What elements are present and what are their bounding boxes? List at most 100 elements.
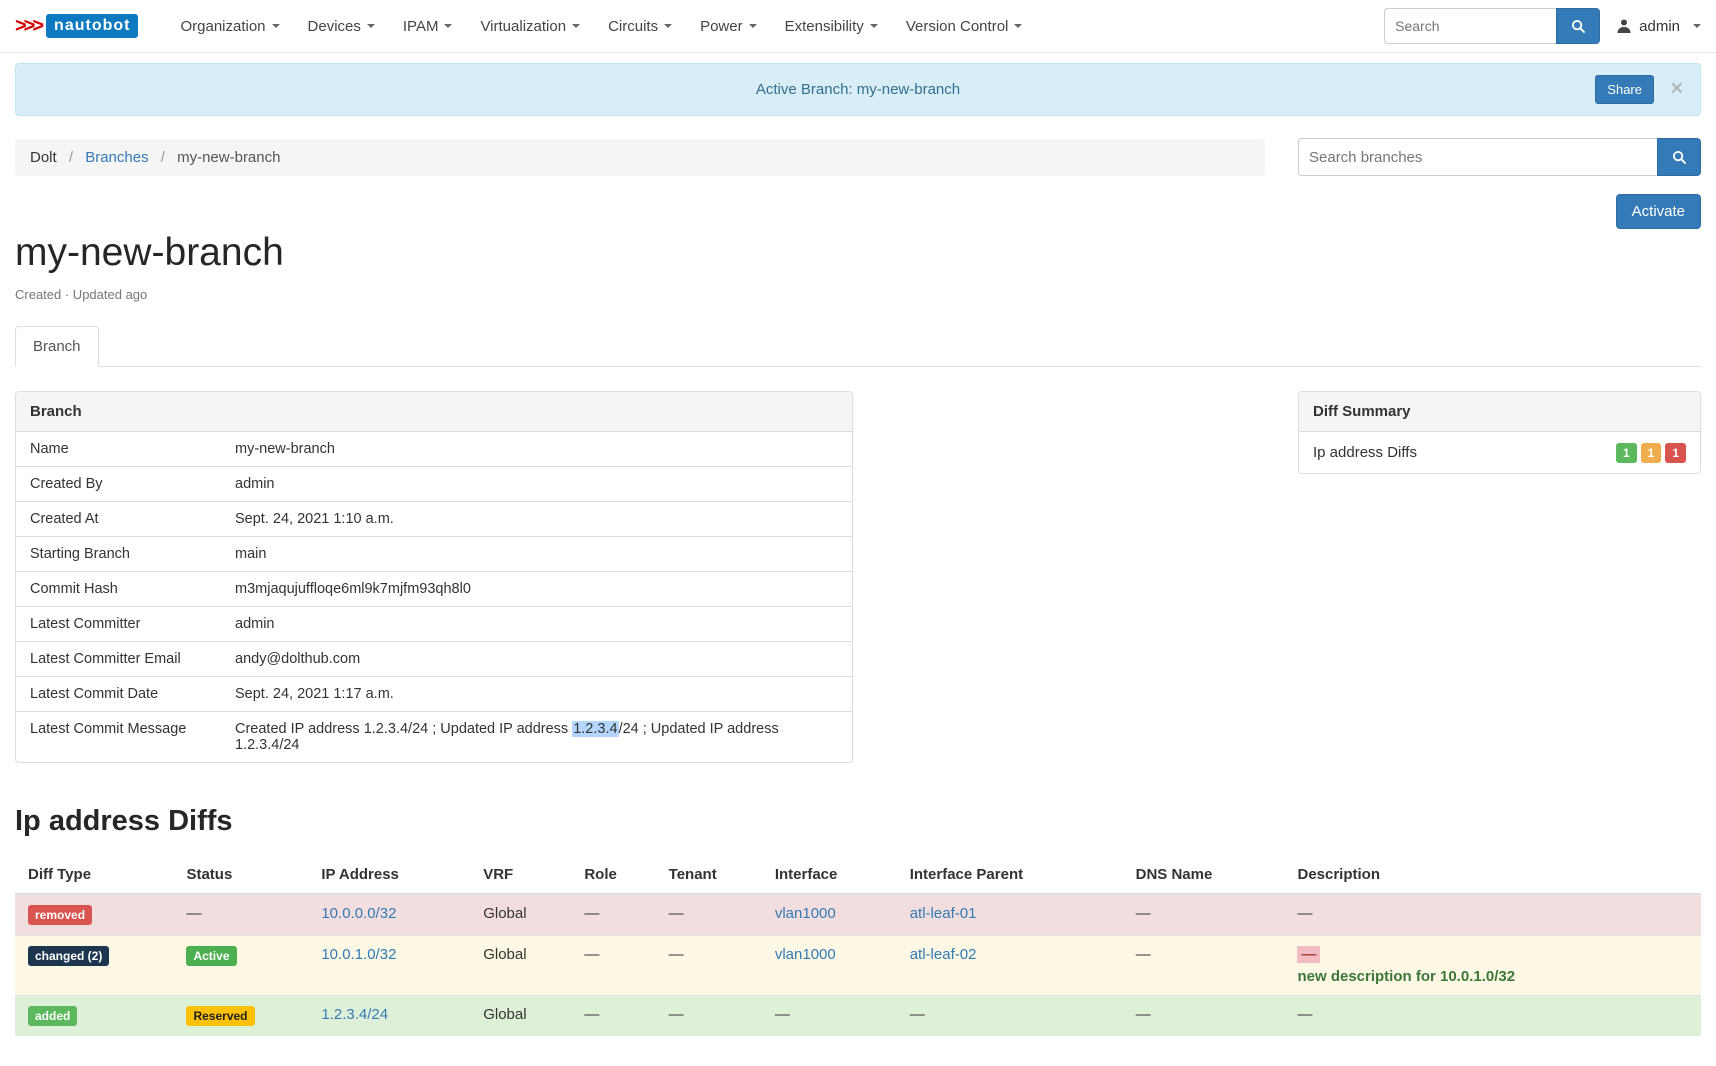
menu-version-control[interactable]: Version Control [892,0,1037,53]
activate-row: Activate [15,194,1701,229]
breadcrumb-branches-link[interactable]: Branches [85,149,148,166]
column-header-interface-parent: Interface Parent [897,856,1123,894]
attr-value: admin [221,467,852,502]
column-header-interface: Interface [762,856,897,894]
branch-search [1298,138,1701,176]
global-search [1384,8,1600,44]
page-title: my-new-branch [15,231,1701,275]
column-header-ip-address[interactable]: IP Address [308,856,470,894]
share-button[interactable]: Share [1595,75,1654,104]
cell-description: — new description for 10.0.1.0/32 [1284,936,1701,996]
diff-summary-panel: Diff Summary Ip address Diffs 111 [1298,391,1701,474]
attr-value: Sept. 24, 2021 1:10 a.m. [221,502,852,537]
interface-parent-link[interactable]: atl-leaf-01 [910,905,977,922]
added-count-badge: 1 [1616,443,1637,463]
cell-dns-name: — [1123,936,1285,996]
menu-ipam[interactable]: IPAM [389,0,467,53]
close-icon[interactable]: × [1671,78,1683,99]
table-row-removed: removed — 10.0.0.0/32 Global — — vlan100… [15,894,1701,936]
menu-devices[interactable]: Devices [294,0,389,53]
attr-label: Latest Committer Email [16,642,221,677]
search-icon [1672,150,1687,165]
username: admin [1639,18,1680,35]
cell-dns-name: — [1123,894,1285,936]
cell-dns-name: — [1123,996,1285,1037]
removed-count-badge: 1 [1665,443,1686,463]
user-menu[interactable]: admin [1616,18,1701,35]
chevron-down-icon [272,24,280,28]
menu-circuits[interactable]: Circuits [594,0,686,53]
branch-search-button[interactable] [1657,138,1701,176]
search-icon [1571,19,1586,34]
added-badge: added [28,1006,77,1026]
attr-value: m3mjaqujuffloqe6ml9k7mjfm93qh8l0 [221,572,852,607]
column-header-description[interactable]: Description [1284,856,1701,894]
column-header-status[interactable]: Status [173,856,308,894]
description-new-value: new description for 10.0.1.0/32 [1297,968,1688,985]
chevron-down-icon [870,24,878,28]
menu-extensibility[interactable]: Extensibility [771,0,892,53]
user-icon [1616,18,1632,34]
breadcrumb: Dolt / Branches / my-new-branch [15,139,1265,176]
cell-vrf: Global [470,936,571,996]
column-header-dns-name[interactable]: DNS Name [1123,856,1285,894]
attr-value-commit-message: Created IP address 1.2.3.4/24 ; Updated … [221,712,852,763]
menu-virtualization[interactable]: Virtualization [466,0,594,53]
cell-interface: vlan1000 [762,936,897,996]
menu-label: Devices [308,18,361,35]
changed-badge: changed (2) [28,946,109,966]
main-menu: Organization Devices IPAM Virtualization… [166,0,1036,53]
attr-value: andy@dolthub.com [221,642,852,677]
cell-vrf: Global [470,996,571,1037]
diffs-section-title: Ip address Diffs [15,805,1701,838]
attr-label: Starting Branch [16,537,221,572]
cell-interface-parent: — [897,996,1123,1037]
cell-vrf: Global [470,894,571,936]
global-search-input[interactable] [1384,8,1556,44]
column-header-diff-type[interactable]: Diff Type [15,856,173,894]
table-row-added: added Reserved 1.2.3.4/24 Global — — — —… [15,996,1701,1037]
top-navbar: >>> nautobot Organization Devices IPAM V… [0,0,1716,53]
interface-parent-link[interactable]: atl-leaf-02 [910,946,977,963]
activate-button[interactable]: Activate [1616,194,1701,229]
description-old-value: — [1297,946,1320,963]
branch-search-input[interactable] [1298,138,1657,176]
table-row-changed: changed (2) Active 10.0.1.0/32 Global — … [15,936,1701,996]
cell-role: — [571,936,655,996]
menu-label: Extensibility [785,18,864,35]
table-row: Created AtSept. 24, 2021 1:10 a.m. [16,502,852,537]
cell-tenant: — [656,936,762,996]
cell-status: — [173,894,308,936]
table-row: Commit Hashm3mjaqujuffloqe6ml9k7mjfm93qh… [16,572,852,607]
cell-diff-type: added [15,996,173,1037]
global-search-button[interactable] [1556,8,1600,44]
cell-ip-address: 10.0.1.0/32 [308,936,470,996]
cell-diff-type: changed (2) [15,936,173,996]
ip-address-link[interactable]: 10.0.0.0/32 [321,905,396,922]
cell-status: Reserved [173,996,308,1037]
menu-power[interactable]: Power [686,0,771,53]
cell-interface-parent: atl-leaf-01 [897,894,1123,936]
branch-attributes-table: Namemy-new-branch Created Byadmin Create… [16,432,852,762]
changed-count-badge: 1 [1641,443,1662,463]
ip-address-diffs-table: Diff Type Status IP Address VRF Role Ten… [15,856,1701,1036]
tab-branch[interactable]: Branch [15,326,99,367]
ip-address-link[interactable]: 10.0.1.0/32 [321,946,396,963]
interface-link[interactable]: vlan1000 [775,905,836,922]
column-header-tenant[interactable]: Tenant [656,856,762,894]
branch-panel-title: Branch [16,392,852,432]
menu-label: Circuits [608,18,658,35]
column-header-role[interactable]: Role [571,856,655,894]
cell-role: — [571,894,655,936]
interface-link[interactable]: vlan1000 [775,946,836,963]
status-badge-active: Active [186,946,236,966]
nautobot-logo[interactable]: >>> nautobot [15,14,138,38]
menu-organization[interactable]: Organization [166,0,293,53]
page-subtitle: Created · Updated ago [15,287,1701,302]
chevron-down-icon [444,24,452,28]
attr-label: Latest Commit Date [16,677,221,712]
column-header-vrf[interactable]: VRF [470,856,571,894]
ip-address-link[interactable]: 1.2.3.4/24 [321,1006,388,1023]
breadcrumb-current: my-new-branch [177,149,280,166]
diff-summary-row: Ip address Diffs 111 [1299,432,1700,473]
